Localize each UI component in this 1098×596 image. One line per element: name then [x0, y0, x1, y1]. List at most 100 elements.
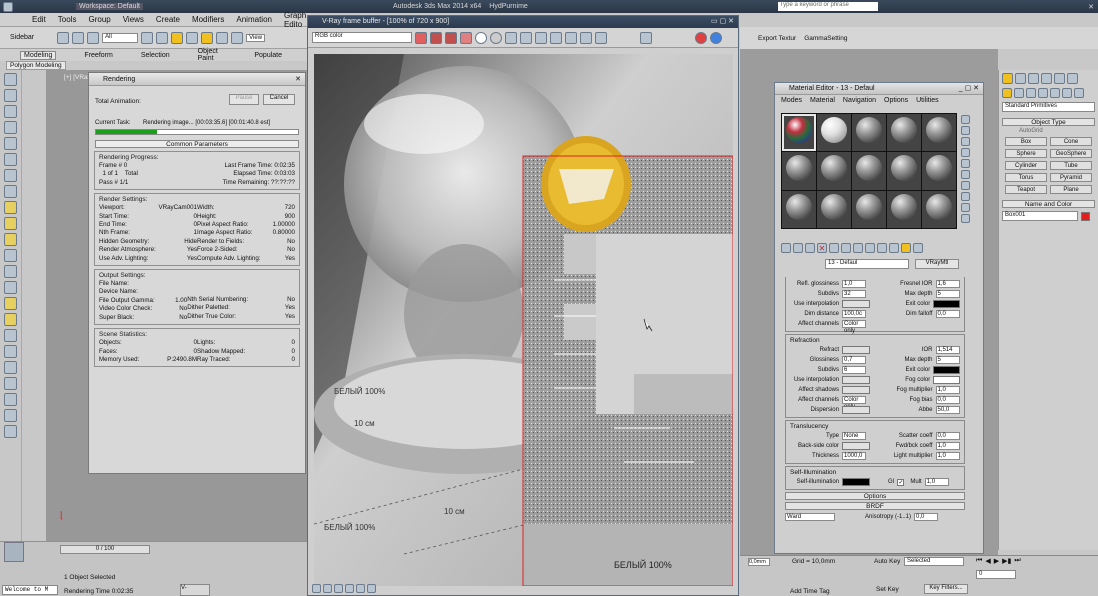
param-value[interactable]: 0,0	[935, 310, 960, 318]
search-input[interactable]: Type a keyword or phrase	[777, 2, 878, 11]
polygon-modeling-label[interactable]: Polygon Modeling	[6, 61, 66, 70]
copy-icon[interactable]	[829, 243, 839, 253]
sample-slot[interactable]	[782, 190, 816, 228]
track-mouse-icon[interactable]	[550, 31, 562, 44]
green-channel-icon[interactable]	[430, 31, 442, 44]
menu-group[interactable]: Group	[88, 15, 110, 24]
assign-icon[interactable]	[805, 243, 815, 253]
close-icon[interactable]: ✕	[295, 73, 301, 86]
hierarchy-tab-icon[interactable]	[1028, 73, 1039, 84]
channel-select[interactable]: RGB color	[312, 32, 412, 43]
param-value[interactable]: Color only	[842, 320, 866, 334]
next-frame-icon[interactable]: ▶▮	[1002, 557, 1011, 565]
max-script-icon[interactable]	[4, 542, 24, 562]
name-color-header[interactable]: Name and Color	[1002, 200, 1095, 208]
param-value[interactable]	[842, 346, 870, 354]
param-value[interactable]: 1,0	[935, 452, 960, 460]
param-value[interactable]	[842, 406, 870, 414]
tool-icon[interactable]	[4, 361, 17, 374]
region-icon[interactable]	[171, 31, 184, 44]
material-name-input[interactable]: 13 - Defaul	[825, 259, 909, 269]
window-controls-icon[interactable]: _ ▢ ✕	[959, 83, 979, 95]
primitive-button[interactable]: Torus	[1005, 173, 1047, 182]
tool-icon[interactable]	[4, 313, 17, 326]
options-rollout-header[interactable]: Options	[785, 492, 965, 500]
tab-populate[interactable]: Populate	[254, 52, 282, 59]
tool-icon[interactable]	[4, 393, 17, 406]
param-value[interactable]	[842, 376, 870, 384]
med-side-icon[interactable]	[961, 159, 970, 168]
id-icon[interactable]	[865, 243, 875, 253]
play-icon[interactable]: ▶	[994, 557, 999, 565]
tool-icon[interactable]	[4, 105, 17, 118]
sample-slot[interactable]	[887, 152, 921, 190]
med-side-icon[interactable]	[961, 148, 970, 157]
primitive-button[interactable]: Teapot	[1005, 185, 1047, 194]
sidebar-label[interactable]: Sidebar	[10, 34, 34, 41]
shapes-icon[interactable]	[1014, 88, 1024, 98]
param-value[interactable]: 1,514	[935, 346, 960, 354]
menu-material[interactable]: Material	[810, 97, 835, 104]
link-icon[interactable]	[580, 31, 592, 44]
tool-icon[interactable]	[4, 377, 17, 390]
link-icon[interactable]	[87, 31, 100, 44]
param-value[interactable]	[933, 366, 960, 374]
tool-icon[interactable]	[4, 89, 17, 102]
sample-slot[interactable]	[922, 152, 956, 190]
brdf-type-select[interactable]: Ward	[785, 513, 835, 521]
mult-input[interactable]: 1,0	[924, 478, 949, 486]
category-select[interactable]: Standard Primitives	[1002, 102, 1095, 112]
select-name-icon[interactable]	[156, 31, 169, 44]
window-controls-icon[interactable]: ▭ ▢ ✕	[711, 16, 734, 28]
current-frame-input[interactable]: 0	[976, 570, 1016, 579]
param-value[interactable]	[842, 300, 870, 308]
param-value[interactable]: 5	[935, 356, 960, 364]
geometry-icon[interactable]	[1002, 88, 1012, 98]
param-value[interactable]: 1,0	[935, 386, 960, 394]
tab-selection[interactable]: Selection	[141, 52, 170, 59]
lut-icon[interactable]	[640, 31, 652, 44]
go-sibling-icon[interactable]	[913, 243, 923, 253]
med-side-icon[interactable]	[961, 137, 970, 146]
brdf-rollout-header[interactable]: BRDF	[785, 502, 965, 510]
save-icon[interactable]	[490, 31, 502, 44]
param-value[interactable]: Color only	[842, 396, 866, 410]
menu-utilities[interactable]: Utilities	[916, 97, 939, 104]
move-icon[interactable]	[201, 31, 214, 44]
vfb-tool-icon[interactable]	[345, 584, 354, 593]
prev-frame-icon[interactable]: ◀	[985, 557, 990, 565]
pause-button[interactable]: Pause	[229, 94, 259, 105]
menu-views[interactable]: Views	[123, 15, 144, 24]
red-channel-icon[interactable]	[415, 31, 427, 44]
med-side-icon[interactable]	[961, 203, 970, 212]
maxscript-listener[interactable]: Welcome to M	[2, 585, 58, 595]
key-filters-button[interactable]: Key Filters...	[924, 584, 968, 594]
param-value[interactable]	[933, 300, 960, 308]
param-value[interactable]: 1,6	[935, 280, 960, 288]
unique-icon[interactable]	[841, 243, 851, 253]
tool-icon[interactable]	[4, 121, 17, 134]
common-parameters-header[interactable]: Common Parameters	[95, 140, 299, 148]
menu-options[interactable]: Options	[884, 97, 908, 104]
close-icon[interactable]: ✕	[1088, 3, 1094, 11]
self-illum-color[interactable]	[842, 478, 870, 486]
export-textures-button[interactable]: Export Textur	[758, 35, 796, 42]
reference-coord[interactable]: View	[246, 33, 266, 42]
utilities-tab-icon[interactable]	[1067, 73, 1078, 84]
motion-tab-icon[interactable]	[1041, 73, 1052, 84]
menu-graph-editors[interactable]: Graph Edito	[284, 11, 306, 29]
tool-icon[interactable]	[4, 169, 17, 182]
tool-icon[interactable]	[4, 297, 17, 310]
sample-slot[interactable]	[852, 152, 886, 190]
load-icon[interactable]	[505, 31, 517, 44]
menu-animation[interactable]: Animation	[236, 15, 272, 24]
material-type-button[interactable]: VRayMtl	[915, 259, 959, 269]
sample-slot[interactable]	[922, 190, 956, 228]
workspace-dropdown[interactable]: Workspace: Default	[76, 3, 143, 10]
lights-icon[interactable]	[1026, 88, 1036, 98]
med-side-icon[interactable]	[961, 192, 970, 201]
sample-slot[interactable]	[817, 152, 851, 190]
menu-tools[interactable]: Tools	[58, 15, 77, 24]
select-icon[interactable]	[141, 31, 154, 44]
param-value[interactable]: 50,0	[935, 406, 960, 414]
